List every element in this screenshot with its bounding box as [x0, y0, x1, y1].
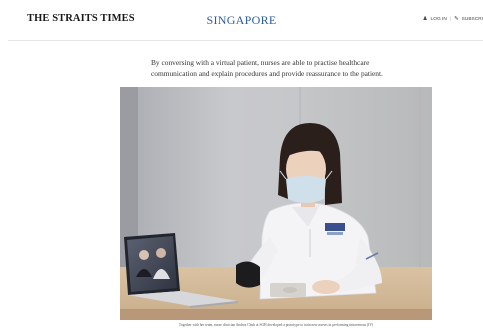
account-links: ♟ LOG IN | ✎ SUBSCRI: [423, 16, 483, 22]
user-icon: ♟: [422, 16, 428, 22]
header-divider-line: [8, 40, 483, 41]
subscribe-link[interactable]: SUBSCRI: [462, 17, 483, 22]
section-title[interactable]: SINGAPORE: [0, 13, 483, 28]
subscribe-icon: ✎: [454, 16, 459, 22]
photo-caption: Together with her team, nurse clinician …: [178, 323, 374, 327]
nurse-laptop-photo: [120, 87, 432, 320]
login-link[interactable]: LOG IN: [431, 17, 447, 22]
site-header: THE STRAITS TIMES SINGAPORE ♟ LOG IN | ✎…: [0, 0, 483, 40]
article-photo: [120, 87, 432, 320]
header-divider: |: [449, 16, 452, 22]
article-paragraph: By conversing with a virtual patient, nu…: [151, 58, 383, 79]
